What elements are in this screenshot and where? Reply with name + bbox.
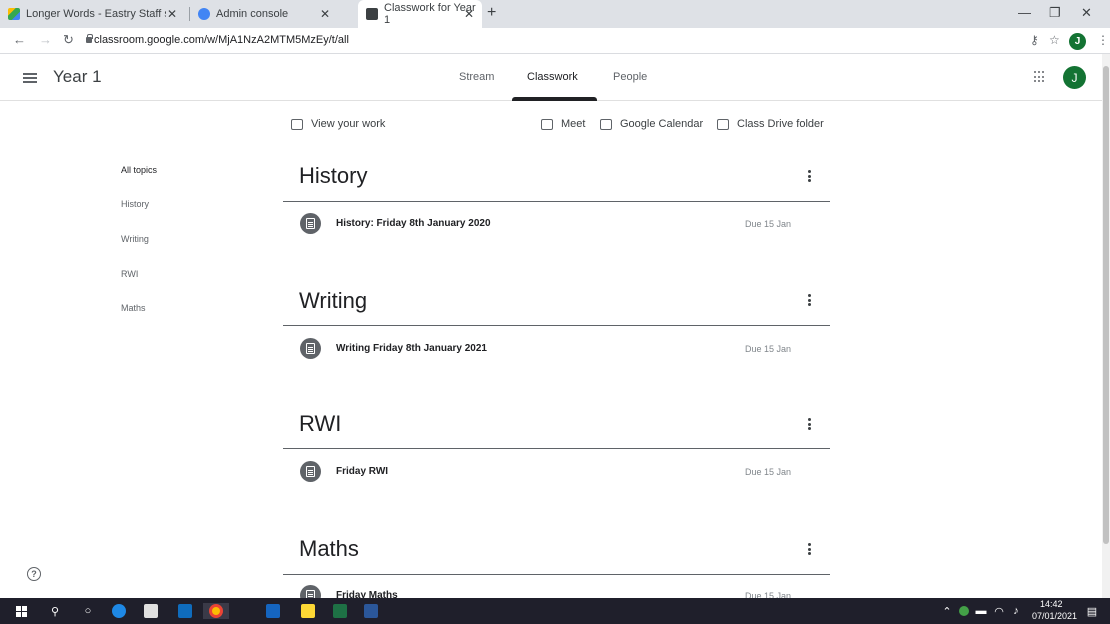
view-your-work-label: View your work xyxy=(311,118,386,130)
due-date: Due 15 Jan xyxy=(745,467,792,477)
meet-label: Meet xyxy=(561,118,586,130)
class-drive-folder-link[interactable]: Class Drive folder xyxy=(717,118,824,130)
active-tab-indicator xyxy=(512,97,597,101)
clock-date[interactable]: 07/01/2021 xyxy=(1032,611,1077,621)
chrome-icon[interactable] xyxy=(203,603,229,619)
class-title[interactable]: Year 1 xyxy=(53,67,102,87)
key-icon[interactable]: ⚷ xyxy=(1030,33,1039,47)
tab-title: Longer Words - Eastry Staff share xyxy=(26,8,166,20)
video-camera-icon xyxy=(541,118,553,130)
assignment-title[interactable]: Writing Friday 8th January 2021 xyxy=(336,343,487,354)
tab-classwork[interactable]: Classwork xyxy=(527,71,578,83)
browser-tab-strip: Longer Words - Eastry Staff share ✕ Admi… xyxy=(0,0,1110,28)
section-title: History xyxy=(299,163,368,188)
folder-icon xyxy=(717,118,729,130)
class-drive-folder-label: Class Drive folder xyxy=(737,118,824,130)
volume-icon[interactable]: ♪ xyxy=(1010,603,1022,619)
assignment-title[interactable]: History: Friday 8th January 2020 xyxy=(336,218,491,229)
tray-app-icon[interactable] xyxy=(958,603,970,619)
section-divider xyxy=(283,201,830,202)
topic-history[interactable]: History xyxy=(121,199,149,209)
close-tab-icon[interactable]: ✕ xyxy=(167,7,177,21)
help-icon[interactable]: ? xyxy=(27,567,41,581)
google-calendar-link[interactable]: Google Calendar xyxy=(600,118,703,130)
edge-icon[interactable] xyxy=(111,603,127,619)
browser-tab-classroom[interactable]: Classwork for Year 1 ✕ xyxy=(358,0,482,28)
google-calendar-label: Google Calendar xyxy=(620,118,704,130)
back-icon[interactable]: ← xyxy=(13,32,26,47)
assignment-icon xyxy=(300,213,321,234)
topic-writing[interactable]: Writing xyxy=(121,234,149,244)
cortana-icon[interactable]: ○ xyxy=(81,603,95,619)
calendar-icon xyxy=(600,118,612,130)
section-title: Maths xyxy=(299,536,359,561)
browser-tab-admin[interactable]: Admin console ✕ xyxy=(190,0,355,28)
tab-title: Admin console xyxy=(216,8,289,20)
app-header: Year 1 Stream Classwork People J xyxy=(0,54,1102,101)
section-title: RWI xyxy=(299,411,342,436)
notifications-icon[interactable]: ▤ xyxy=(1086,603,1098,619)
star-icon[interactable]: ☆ xyxy=(1049,33,1060,47)
lock-icon xyxy=(86,34,93,43)
classroom-icon xyxy=(366,8,378,20)
section-divider xyxy=(283,448,830,449)
outlook-icon[interactable] xyxy=(177,603,193,619)
meet-link[interactable]: Meet xyxy=(541,118,585,130)
url-field[interactable]: classroom.google.com/w/MjA1NzA2MTM5MzEy/… xyxy=(94,34,349,46)
close-tab-icon[interactable]: ✕ xyxy=(464,7,474,21)
reload-icon[interactable]: ↻ xyxy=(63,32,74,48)
topic-maths[interactable]: Maths xyxy=(121,303,146,313)
person-badge-icon xyxy=(291,118,303,130)
browser-tab-drive[interactable]: Longer Words - Eastry Staff share ✕ xyxy=(0,0,185,28)
topic-rwi[interactable]: RWI xyxy=(121,269,138,279)
more-options-icon[interactable] xyxy=(807,418,811,430)
view-your-work-link[interactable]: View your work xyxy=(291,118,385,130)
assignment-icon xyxy=(300,461,321,482)
windows-start-icon[interactable] xyxy=(14,603,28,619)
sims-icon[interactable] xyxy=(265,603,281,619)
forward-icon[interactable]: → xyxy=(39,32,52,47)
assignment-title[interactable]: Friday RWI xyxy=(336,466,388,477)
close-window-button[interactable]: ✕ xyxy=(1081,5,1092,21)
address-bar: ← → ↻ classroom.google.com/w/MjA1NzA2MTM… xyxy=(0,28,1110,54)
tray-chevron-icon[interactable]: ⌃ xyxy=(941,603,953,619)
menu-icon[interactable] xyxy=(23,73,37,83)
section-divider xyxy=(283,325,830,326)
section-divider xyxy=(283,574,830,575)
section-title: Writing xyxy=(299,288,368,313)
google-drive-icon xyxy=(8,8,20,20)
file-explorer-icon[interactable] xyxy=(300,603,316,619)
search-icon[interactable]: ⚲ xyxy=(48,603,62,619)
store-icon[interactable] xyxy=(143,603,159,619)
tab-stream[interactable]: Stream xyxy=(459,71,494,83)
scrollbar-thumb[interactable] xyxy=(1103,66,1109,544)
word-icon[interactable] xyxy=(363,603,379,619)
admin-console-icon xyxy=(198,8,210,20)
excel-icon[interactable] xyxy=(332,603,348,619)
more-options-icon[interactable] xyxy=(807,543,811,555)
google-apps-icon[interactable] xyxy=(1034,71,1046,83)
due-date: Due 15 Jan xyxy=(745,219,792,229)
windows-taskbar: ⚲ ○ ⌃ ▬ ◠ ♪ 14:42 07/01/2021 ▤ xyxy=(0,598,1110,624)
tab-people[interactable]: People xyxy=(613,71,647,83)
minimize-button[interactable]: — xyxy=(1018,5,1031,20)
assignment-icon xyxy=(300,338,321,359)
restore-button[interactable]: ❐ xyxy=(1049,5,1061,21)
close-tab-icon[interactable]: ✕ xyxy=(320,7,330,21)
more-options-icon[interactable] xyxy=(807,170,811,182)
browser-menu-icon[interactable]: ⋮ xyxy=(1097,33,1109,47)
new-tab-button[interactable]: + xyxy=(487,4,496,22)
due-date: Due 15 Jan xyxy=(745,344,792,354)
topic-all[interactable]: All topics xyxy=(121,165,157,175)
clock-time[interactable]: 14:42 xyxy=(1040,599,1063,609)
wifi-icon[interactable]: ◠ xyxy=(993,603,1005,619)
browser-profile-avatar[interactable]: J xyxy=(1069,33,1086,50)
more-options-icon[interactable] xyxy=(807,294,811,306)
account-avatar[interactable]: J xyxy=(1063,66,1086,89)
battery-icon[interactable]: ▬ xyxy=(975,603,987,619)
